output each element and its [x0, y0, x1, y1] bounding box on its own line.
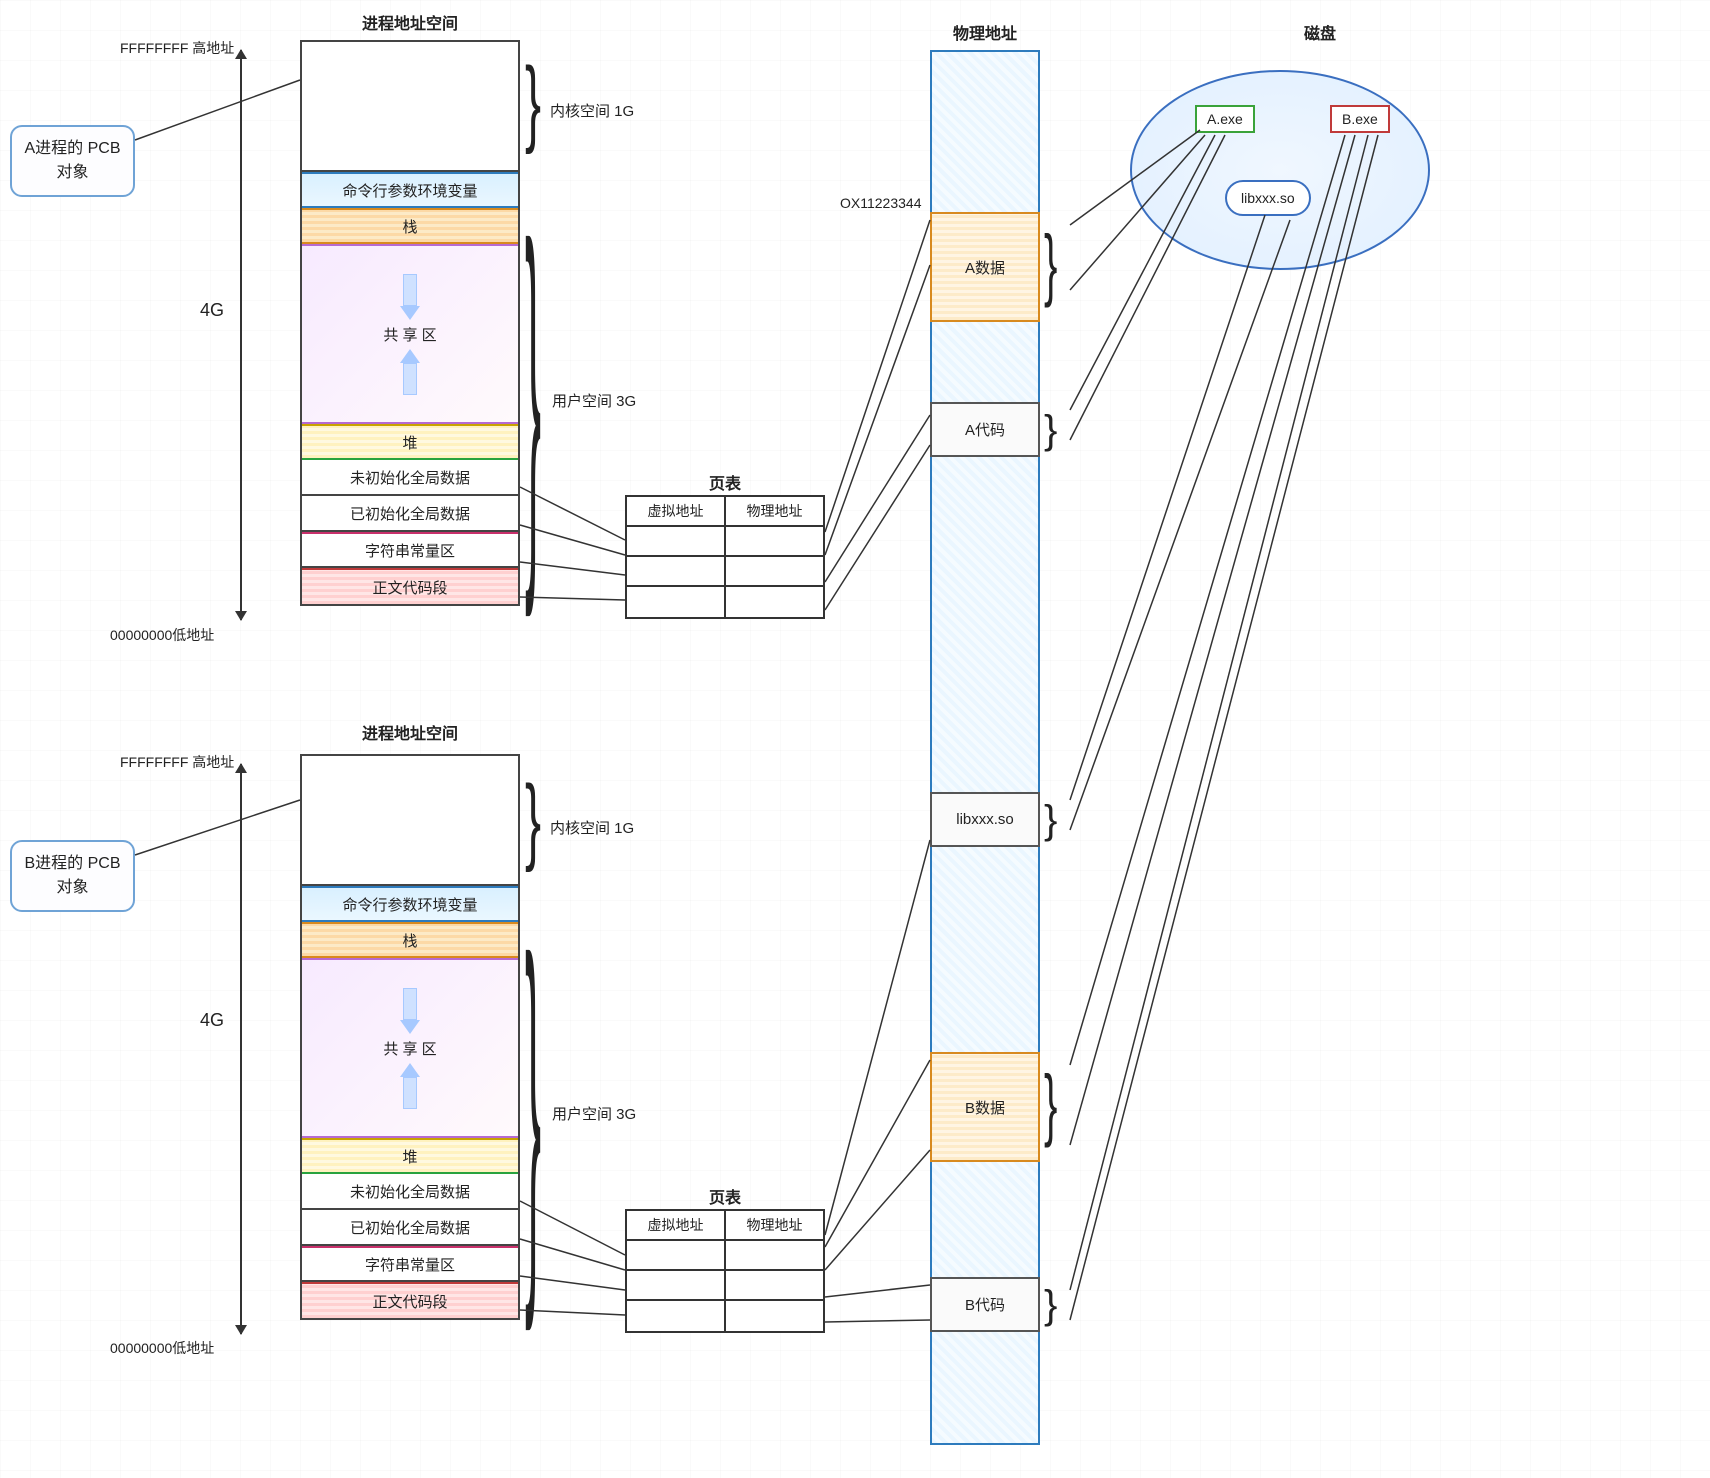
seg-cmdline-b: 命令行参数环境变量	[302, 886, 518, 922]
seg-kernel-b	[302, 756, 518, 886]
pt-row-b-1	[627, 1241, 823, 1271]
seg-cmdline-a: 命令行参数环境变量	[302, 172, 518, 208]
seg-heap-b: 堆	[302, 1138, 518, 1174]
pt-col-virtual-a: 虚拟地址	[627, 497, 726, 527]
pt-col-virtual-b: 虚拟地址	[627, 1211, 726, 1241]
arrow-down-icon	[400, 988, 420, 1034]
phys-lib: libxxx.so	[930, 792, 1040, 847]
phys-a-code: A代码	[930, 402, 1040, 457]
brace-user-a: }	[525, 200, 541, 608]
seg-mmap-b: 共 享 区	[302, 958, 518, 1138]
disk-file-b: B.exe	[1330, 105, 1390, 133]
brace-kernel-b: }	[525, 774, 541, 870]
brace-phys-b-code: }	[1044, 1285, 1057, 1325]
phys-a-data: A数据	[930, 212, 1040, 322]
addr-space-a: 命令行参数环境变量 栈 共 享 区 堆 未初始化全局数据 已初始化全局数据 字符…	[300, 40, 520, 606]
title-disk: 磁盘	[1190, 20, 1450, 44]
seg-mmap-label-a: 共 享 区	[383, 324, 436, 345]
seg-bss-b: 未初始化全局数据	[302, 1174, 518, 1210]
arrow-up-icon	[400, 349, 420, 395]
pcb-b-label: B进程的 PCB 对象	[24, 855, 120, 896]
pt-row-a-2	[627, 557, 823, 587]
page-table-title-b: 页表	[625, 1184, 825, 1208]
seg-kernel-a	[302, 42, 518, 172]
kernel-note-a: 内核空间 1G	[550, 100, 634, 121]
pt-row-a-3	[627, 587, 823, 617]
addr-high-b: FFFFFFFF 高地址	[120, 752, 234, 772]
phys-b-data: B数据	[930, 1052, 1040, 1162]
page-table-title-a: 页表	[625, 470, 825, 494]
addr-space-b: 命令行参数环境变量 栈 共 享 区 堆 未初始化全局数据 已初始化全局数据 字符…	[300, 754, 520, 1320]
disk-file-a: A.exe	[1195, 105, 1255, 133]
size-label-b: 4G	[200, 1010, 224, 1031]
arrow-up-icon	[400, 1063, 420, 1109]
seg-stack-a: 栈	[302, 208, 518, 244]
seg-bss-a: 未初始化全局数据	[302, 460, 518, 496]
pt-row-a-1	[627, 527, 823, 557]
addr-high-a: FFFFFFFF 高地址	[120, 38, 234, 58]
pcb-b-box: B进程的 PCB 对象	[10, 840, 135, 912]
seg-data-a: 已初始化全局数据	[302, 496, 518, 532]
seg-mmap-label-b: 共 享 区	[383, 1038, 436, 1059]
kernel-note-b: 内核空间 1G	[550, 817, 634, 838]
pcb-a-label: A进程的 PCB 对象	[24, 140, 120, 181]
brace-user-b: }	[525, 914, 541, 1322]
seg-text-b: 正文代码段	[302, 1282, 518, 1318]
title-addr-space-b: 进程地址空间	[300, 720, 520, 744]
seg-heap-a: 堆	[302, 424, 518, 460]
page-table-a: 虚拟地址 物理地址	[625, 495, 825, 619]
brace-phys-a-data: }	[1044, 225, 1057, 305]
user-note-b: 用户空间 3G	[552, 1103, 636, 1124]
pt-col-physical-a: 物理地址	[726, 497, 823, 527]
seg-rodata-a: 字符串常量区	[302, 532, 518, 568]
seg-rodata-b: 字符串常量区	[302, 1246, 518, 1282]
user-note-a: 用户空间 3G	[552, 390, 636, 411]
physical-memory: A数据 A代码 libxxx.so B数据 B代码	[930, 50, 1040, 1445]
seg-text-a: 正文代码段	[302, 568, 518, 604]
addr-low-b: 00000000低地址	[110, 1338, 214, 1358]
pt-row-b-2	[627, 1271, 823, 1301]
addr-low-a: 00000000低地址	[110, 625, 214, 645]
disk-ellipse	[1130, 70, 1430, 270]
pcb-a-box: A进程的 PCB 对象	[10, 125, 135, 197]
brace-kernel-a: }	[525, 56, 541, 152]
size-arrow-b	[240, 764, 242, 1334]
page-table-b: 虚拟地址 物理地址	[625, 1209, 825, 1333]
connector-lines	[0, 0, 1710, 1478]
seg-stack-b: 栈	[302, 922, 518, 958]
phys-sample-addr: OX11223344	[840, 195, 921, 211]
title-phys: 物理地址	[930, 20, 1040, 44]
disk-lib: libxxx.so	[1225, 180, 1311, 216]
seg-data-b: 已初始化全局数据	[302, 1210, 518, 1246]
pt-col-physical-b: 物理地址	[726, 1211, 823, 1241]
pt-row-b-3	[627, 1301, 823, 1331]
size-arrow-a	[240, 50, 242, 620]
title-addr-space-a: 进程地址空间	[300, 10, 520, 34]
brace-phys-a-code: }	[1044, 410, 1057, 450]
brace-phys-b-data: }	[1044, 1065, 1057, 1145]
arrow-down-icon	[400, 274, 420, 320]
seg-mmap-a: 共 享 区	[302, 244, 518, 424]
size-label-a: 4G	[200, 300, 224, 321]
brace-phys-lib: }	[1044, 800, 1057, 840]
phys-b-code: B代码	[930, 1277, 1040, 1332]
